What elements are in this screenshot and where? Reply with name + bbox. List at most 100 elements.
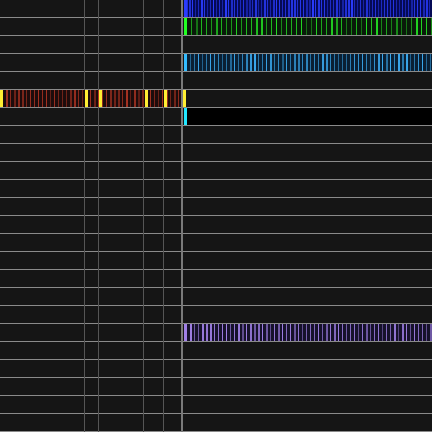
- waveform-tick: [271, 18, 272, 35]
- waveform-tick: [126, 90, 128, 107]
- waveform-tick: [258, 324, 260, 341]
- clip-start-handle[interactable]: [184, 324, 187, 341]
- waveform-tick: [366, 54, 367, 71]
- waveform-tick: [294, 54, 296, 71]
- waveform-tick: [309, 0, 311, 17]
- clip-start-handle[interactable]: [184, 54, 187, 71]
- waveform-tick: [66, 90, 67, 107]
- waveform-tick: [345, 0, 347, 17]
- clip-track-2[interactable]: [184, 18, 432, 35]
- clip-track-6[interactable]: [184, 324, 432, 341]
- waveform-tick: [417, 0, 418, 17]
- waveform-tick: [338, 324, 339, 341]
- clip-start-handle[interactable]: [184, 0, 187, 17]
- time-guide-line: [98, 0, 99, 432]
- waveform-tick: [222, 324, 223, 341]
- waveform-tick: [256, 18, 258, 35]
- waveform-tick: [418, 54, 419, 71]
- waveform-tick: [10, 90, 11, 107]
- waveform-tick: [402, 0, 403, 17]
- waveform-tick: [422, 324, 423, 341]
- waveform-tick: [298, 324, 299, 341]
- waveform-tick: [150, 90, 151, 107]
- waveform-tick: [314, 54, 315, 71]
- waveform-tick: [322, 54, 324, 71]
- waveform-tick: [201, 18, 202, 35]
- waveform-tick: [350, 54, 351, 71]
- waveform-tick: [198, 0, 199, 17]
- time-guide-line: [143, 0, 144, 432]
- clip-track-5[interactable]: [184, 108, 432, 125]
- clip-track-1[interactable]: [184, 0, 432, 17]
- waveform-tick: [201, 0, 203, 17]
- waveform-tick: [251, 18, 252, 35]
- waveform-tick: [219, 0, 220, 17]
- waveform-tick: [306, 324, 307, 341]
- waveform-tick: [357, 0, 358, 17]
- waveform-tick: [334, 324, 336, 341]
- waveform-tick: [354, 0, 355, 17]
- waveform-tick: [426, 0, 428, 17]
- playhead-line[interactable]: [181, 0, 183, 432]
- waveform-tick: [386, 324, 387, 341]
- waveform-tick: [378, 54, 380, 71]
- waveform-tick: [264, 0, 266, 17]
- waveform-tick: [190, 54, 191, 71]
- clip-track-4[interactable]: [0, 90, 186, 107]
- waveform-tick: [134, 90, 136, 107]
- waveform-tick: [363, 0, 364, 17]
- clip-start-handle[interactable]: [184, 108, 187, 125]
- waveform-tick: [234, 0, 235, 17]
- waveform-tick: [351, 0, 353, 17]
- waveform-tick: [18, 90, 20, 107]
- waveform-tick: [210, 0, 211, 17]
- waveform-tick: [327, 0, 328, 17]
- clip-marker[interactable]: [0, 90, 3, 107]
- waveform-tick: [346, 324, 347, 341]
- clip-waveform: [184, 18, 432, 35]
- waveform-tick: [38, 90, 39, 107]
- waveform-tick: [154, 90, 155, 107]
- row-separator: [0, 197, 432, 198]
- clip-marker[interactable]: [164, 90, 167, 107]
- waveform-tick: [374, 54, 375, 71]
- timeline-canvas[interactable]: [0, 0, 432, 432]
- waveform-tick: [270, 0, 271, 17]
- waveform-tick: [231, 18, 232, 35]
- clip-marker[interactable]: [183, 90, 186, 107]
- waveform-tick: [291, 0, 293, 17]
- waveform-tick: [285, 0, 286, 17]
- waveform-tick: [231, 0, 233, 17]
- waveform-tick: [238, 324, 240, 341]
- waveform-tick: [237, 0, 238, 17]
- waveform-tick: [303, 0, 304, 17]
- clip-marker[interactable]: [145, 90, 148, 107]
- waveform-tick: [294, 0, 296, 17]
- waveform-tick: [370, 324, 371, 341]
- waveform-tick: [430, 54, 431, 71]
- waveform-tick: [216, 18, 218, 35]
- waveform-tick: [402, 54, 404, 71]
- waveform-tick: [82, 90, 83, 107]
- clip-marker[interactable]: [99, 90, 102, 107]
- row-separator: [0, 395, 432, 396]
- waveform-tick: [198, 324, 199, 341]
- waveform-tick: [382, 54, 383, 71]
- waveform-tick: [390, 0, 391, 17]
- waveform-tick: [321, 0, 322, 17]
- waveform-tick: [401, 18, 402, 35]
- clip-start-handle[interactable]: [184, 18, 187, 35]
- waveform-tick: [238, 54, 239, 71]
- waveform-tick: [266, 324, 268, 341]
- clip-track-3[interactable]: [184, 54, 432, 71]
- waveform-tick: [426, 54, 427, 71]
- waveform-tick: [196, 18, 198, 35]
- waveform-tick: [222, 0, 223, 17]
- waveform-tick: [326, 54, 328, 71]
- waveform-tick: [249, 0, 251, 17]
- waveform-tick: [297, 0, 298, 17]
- waveform-tick: [226, 54, 227, 71]
- waveform-tick: [390, 54, 391, 71]
- clip-marker[interactable]: [85, 90, 88, 107]
- waveform-tick: [273, 0, 275, 17]
